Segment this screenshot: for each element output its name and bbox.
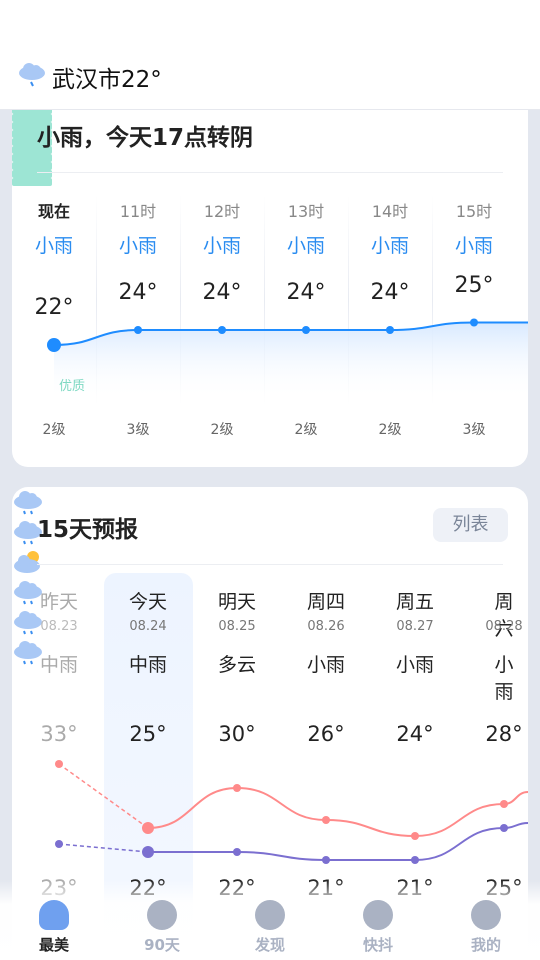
nav-item-3[interactable]: 快抖 <box>343 900 413 955</box>
bottom-nav: 最美 90天 发现 快抖 我的 <box>0 880 540 960</box>
high-temp-point <box>233 784 241 792</box>
weather-label: 小雨 <box>494 654 514 703</box>
nav-label: 90天 <box>144 936 180 954</box>
nav-item-4[interactable]: 我的 <box>451 900 521 955</box>
temp-point <box>386 326 394 334</box>
high-temp-point <box>322 816 330 824</box>
app-header: 武汉市22° <box>0 0 540 110</box>
weather-label: 中雨 <box>128 654 168 676</box>
temp-point <box>302 326 310 334</box>
high-temp-point <box>55 760 63 768</box>
high-temp: 28° <box>485 722 523 746</box>
date-label: 08.23 <box>40 619 78 634</box>
nav-label: 我的 <box>470 936 501 954</box>
nav-label: 发现 <box>254 936 285 954</box>
hourly-card: 小雨，今天17点转阴 现在 小雨 22° 2级 11时 小雨 24° 3级 12时 小雨 24° 2级… <box>12 90 528 467</box>
date-label: 08.25 <box>218 619 256 634</box>
nav-icon-video-icon <box>363 900 393 930</box>
nav-item-1[interactable]: 90天 <box>127 900 197 955</box>
high-temp-point <box>142 822 154 834</box>
weather-label: 小雨 <box>395 654 435 676</box>
low-temp-point <box>411 856 419 864</box>
day-label[interactable]: 周四 <box>307 587 345 614</box>
low-temp-point <box>322 856 330 864</box>
weather-label: 多云 <box>217 654 257 676</box>
high-temp-point <box>500 800 508 808</box>
nav-item-0[interactable]: 最美 <box>19 900 89 955</box>
nav-item-2[interactable]: 发现 <box>235 900 305 955</box>
day-label[interactable]: 今天 <box>129 587 167 614</box>
day-label[interactable]: 周五 <box>396 587 434 614</box>
temp-point <box>470 318 478 327</box>
nav-label: 快抖 <box>362 936 393 954</box>
high-temp: 33° <box>40 722 78 746</box>
high-temp: 30° <box>218 722 256 746</box>
high-temp-point <box>411 832 419 840</box>
day-label[interactable]: 昨天 <box>40 587 78 614</box>
nav-icon-home-icon <box>39 900 69 930</box>
date-label: 08.26 <box>307 619 345 634</box>
high-temp: 24° <box>396 722 434 746</box>
high-temp: 25° <box>129 722 167 746</box>
nav-icon-discover-icon <box>255 900 285 930</box>
low-temp-point <box>500 824 508 832</box>
nav-icon-profile-icon <box>471 900 501 930</box>
temp-point <box>47 338 61 352</box>
date-label: 08.28 <box>485 619 523 634</box>
high-past-line <box>58 763 149 829</box>
day-label[interactable]: 明天 <box>218 587 256 614</box>
weather-label: 中雨 <box>39 654 79 676</box>
area-fill <box>54 322 528 400</box>
weather-label: 小雨 <box>306 654 346 676</box>
city-title[interactable]: 武汉市22° <box>52 60 162 94</box>
low-temp-point <box>233 848 241 856</box>
date-label: 08.24 <box>129 619 167 634</box>
date-label: 08.27 <box>396 619 434 634</box>
low-temp-line <box>148 822 528 861</box>
low-past-line <box>58 843 149 853</box>
temp-point <box>218 326 226 334</box>
low-temp-point <box>142 846 154 858</box>
nav-label: 最美 <box>38 936 69 954</box>
aqi-label: 优质 <box>59 379 86 394</box>
light-rain-cloud-icon <box>19 63 45 87</box>
high-temp-line <box>147 786 528 838</box>
nav-icon-calendar-icon <box>147 900 177 930</box>
high-temp: 26° <box>307 722 345 746</box>
hourly-temp-chart <box>47 318 528 400</box>
temp-point <box>134 326 142 334</box>
low-temp-point <box>55 840 63 848</box>
